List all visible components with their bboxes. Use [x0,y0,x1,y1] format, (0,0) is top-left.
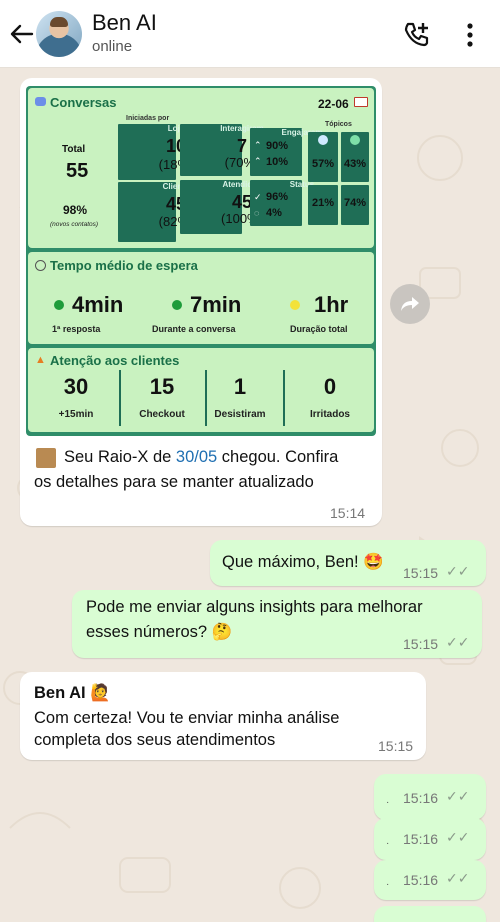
read-ticks-icon: ✓✓ [446,788,470,804]
att-label-4: Irritados [309,409,350,420]
durante-value: 7min [190,292,242,317]
divider [283,370,285,426]
contact-name[interactable]: Ben AI [92,10,157,36]
panel-tempo-espera: Tempo médio de espera 4min 1ª resposta 7… [28,252,374,344]
panel-atencao: ▲ Atenção aos clientes 30 +15min 15 Chec… [28,348,374,432]
att-value-3: 1 [233,374,247,399]
att-value-2: 15 [149,374,175,399]
person-icon [318,135,328,145]
cell-engajaram: Engajaram ⌃ 90% ⌃ 10% [250,128,322,176]
novos-label: (novos contatos) [50,221,99,228]
cell-loja: Loja 10 (18%) [118,124,193,180]
yellow-dot-icon [290,300,300,310]
message-time: 15:16 [403,872,439,888]
contact-avatar[interactable] [36,11,82,57]
duracao-value: 1hr [314,292,349,317]
message-text-line2: completa dos seus atendimentos [34,731,276,749]
durante-label: Durante a conversa [152,324,236,334]
total-label: Total [62,144,86,155]
back-arrow-icon[interactable] [8,20,36,48]
read-ticks-icon: ✓✓ [446,563,470,579]
clock-icon [35,260,46,271]
message-text-line1: Com certeza! Vou te enviar minha análise [34,709,340,727]
message-time: 15:15 [378,738,414,754]
chat-bubble-icon [35,97,46,106]
cell-atendidos: Atendidos 45 (100%) [180,180,263,234]
cell-topico-b1: 43% [341,132,369,182]
message-text-line2: esses números? 🤔 [86,623,233,641]
contact-status: online [92,38,133,55]
message-time: 15:16 [403,831,439,847]
topic-icon [350,135,360,145]
cell-topico-b2: 74% [341,185,369,225]
fire-icon: ▲ [35,354,46,366]
message-time: 15:14 [330,505,366,521]
report-date: 22-06 [318,97,349,111]
pending-dot: · [386,879,390,890]
message-text-line1: Seu Raio-X de 30/05 chegou. Confira [64,448,339,466]
cell-cliente: Cliente 45 (82%) [118,182,193,242]
cell-topico-a1: 57% [308,132,338,182]
espera-title: Tempo médio de espera [50,258,198,273]
total-value: 55 [66,160,89,182]
date-link[interactable]: 30/05 [176,448,217,466]
sender-name: Ben AI 🙋 [34,684,111,702]
message-time: 15:15 [403,565,439,581]
divider [119,370,121,426]
topicos-label: Tópicos [325,121,352,128]
resposta-value: 4min [72,292,124,317]
message-text: Que máximo, Ben! 🤩 [222,553,384,571]
iniciadas-por-label: Iniciadas por [126,115,170,122]
scroll-icon [36,448,56,468]
conversas-title: Conversas [50,95,117,110]
envelope-icon [354,97,368,107]
cell-topico-a2: 21% [308,185,338,225]
att-value-4: 0 [323,374,337,399]
message-time: 15:15 [403,636,439,652]
add-call-icon[interactable] [402,20,432,50]
duracao-label: Duração total [290,324,348,334]
dashboard-card-image[interactable]: Conversas 22-06 Iniciadas por Total 55 9… [26,86,376,436]
cell-status: Status ✓ 96% ◌ 4% [250,180,314,226]
read-ticks-icon: ✓✓ [446,634,470,650]
read-ticks-icon: ✓✓ [446,870,470,886]
more-options-icon[interactable] [460,20,480,50]
forward-icon [401,297,419,311]
forward-button[interactable] [390,284,430,324]
att-label-2: Checkout [139,409,185,420]
att-value-1: 30 [63,374,89,399]
message-time: 15:16 [403,790,439,806]
cell-interagiram: Interagiram 7 (70%) [180,124,264,176]
novos-pct: 98% [63,203,88,217]
chat-header: Ben AI online [0,0,500,68]
outgoing-message-partial[interactable] [374,906,486,922]
atencao-title: Atenção aos clientes [50,353,180,368]
panel-conversas: Conversas 22-06 Iniciadas por Total 55 9… [28,88,374,248]
att-label-1: +15min [58,409,94,420]
pending-dot: · [386,797,390,808]
green-dot-icon [54,300,64,310]
att-label-3: Desistiram [214,409,266,420]
message-text-line2: os detalhes para se manter atualizado [34,473,314,491]
resposta-label: 1ª resposta [52,324,101,334]
green-dot-icon [172,300,182,310]
message-text-line1: Pode me enviar alguns insights para melh… [86,598,423,616]
read-ticks-icon: ✓✓ [446,829,470,845]
pending-dot: · [386,838,390,849]
